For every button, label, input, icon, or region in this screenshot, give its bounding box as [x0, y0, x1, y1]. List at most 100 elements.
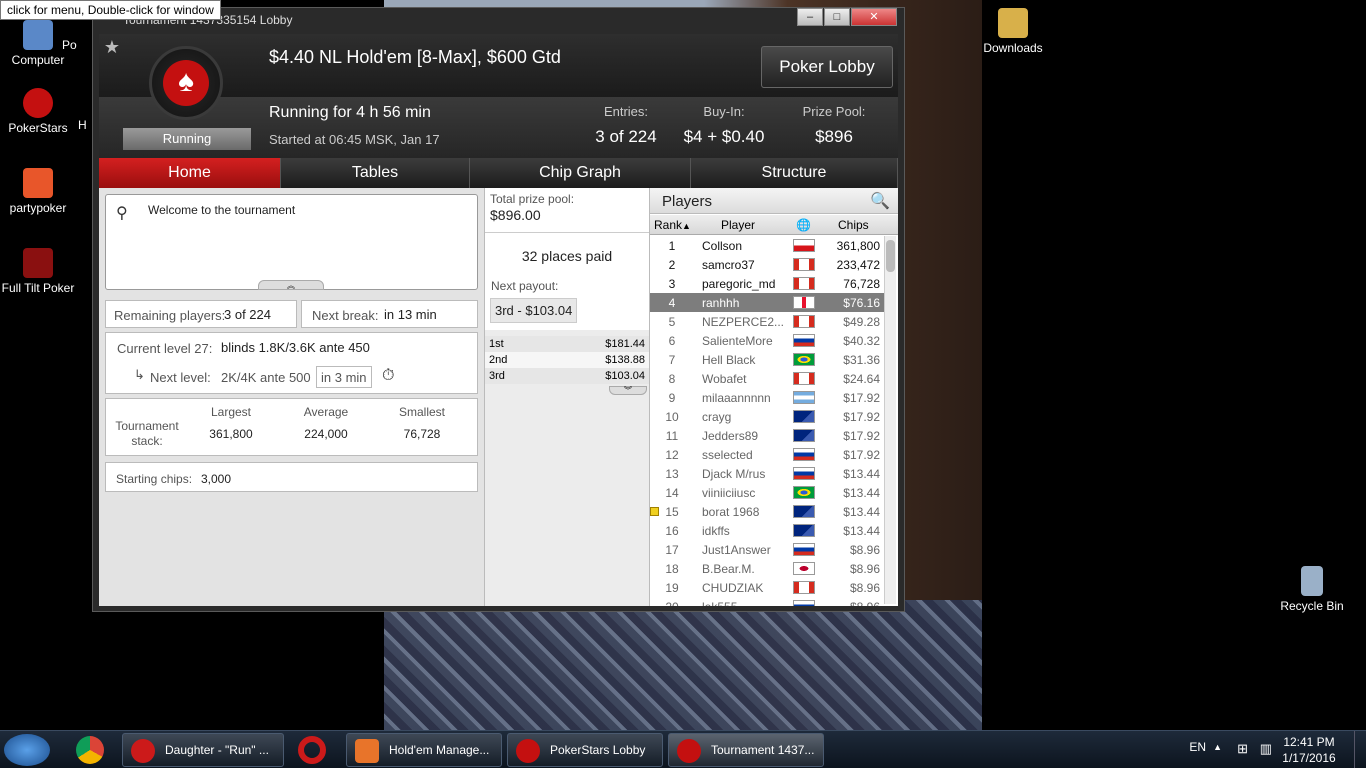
welcome-message-box: ⚲ Welcome to the tournament ︽	[105, 194, 478, 290]
globe-icon[interactable]: 🌐	[796, 218, 811, 232]
country-flag-icon	[793, 486, 815, 499]
player-name: ranhhh	[702, 296, 740, 310]
player-row[interactable]: 16 idkffs $13.44	[650, 521, 884, 540]
tab-chip-graph[interactable]: Chip Graph	[470, 158, 691, 188]
fulltilt-icon	[23, 248, 53, 278]
player-row[interactable]: 18 B.Bear.M. $8.96	[650, 559, 884, 578]
player-name: Wobafet	[702, 372, 747, 386]
player-name: samcro37	[702, 258, 755, 272]
player-name: CHUDZIAK	[702, 581, 764, 595]
col-player[interactable]: Player	[721, 218, 755, 232]
player-row[interactable]: 7 Hell Black $31.36	[650, 350, 884, 369]
show-desktop-button[interactable]	[1354, 731, 1366, 768]
chrome-taskbar-icon[interactable]	[68, 734, 112, 766]
desktop-icon-fulltilt[interactable]: Full Tilt Poker	[0, 248, 76, 295]
desktop-icon-partial-po[interactable]: Po	[62, 38, 92, 52]
spade-icon: ♠	[163, 60, 209, 106]
favorite-star-icon[interactable]: ★	[99, 34, 125, 60]
taskbar-item-opera-music[interactable]: Daughter - "Run" ...	[122, 733, 284, 767]
player-row[interactable]: 3 paregoric_md 76,728	[650, 274, 884, 293]
player-rank: 20	[650, 600, 694, 606]
taskbar-item-holdem-manager[interactable]: Hold'em Manage...	[346, 733, 502, 767]
country-flag-icon	[793, 581, 815, 594]
desktop-icon-pokerstars[interactable]: PokerStars	[0, 88, 76, 135]
pokerstars-logo: ♠	[149, 46, 223, 120]
collapse-chevron-icon[interactable]: ︾	[609, 386, 647, 395]
player-name: lek555	[702, 600, 790, 606]
player-chips: $13.44	[843, 486, 880, 500]
player-row[interactable]: 20 lek555 $8.96	[650, 597, 884, 606]
player-row[interactable]: 8 Wobafet $24.64	[650, 369, 884, 388]
player-name: SalienteMore	[702, 334, 773, 348]
country-flag-icon	[793, 524, 815, 537]
player-rank: 17	[665, 543, 679, 557]
expand-chevron-icon[interactable]: ︽	[258, 280, 324, 290]
player-row[interactable]: 15 borat 1968 $13.44	[650, 502, 884, 521]
country-flag-icon	[793, 296, 815, 309]
player-row[interactable]: 12 sselected $17.92	[650, 445, 884, 464]
holdem-manager-icon	[355, 739, 379, 763]
player-rank: 12	[665, 448, 679, 462]
player-chips: $8.96	[849, 581, 880, 595]
tray-expand-icon[interactable]: ▲	[1213, 742, 1222, 752]
player-row[interactable]: 6 SalienteMore $40.32	[650, 331, 884, 350]
maximize-button[interactable]: □	[824, 8, 850, 26]
player-row[interactable]: 10 crayg $17.92	[650, 407, 884, 426]
tournament-lobby-window: Tournament 1437335154 Lobby ‒ □ ✕ ★ ♠ Ru…	[92, 7, 905, 612]
player-row[interactable]: 2 samcro37 233,472	[650, 255, 884, 274]
player-row[interactable]: 19 CHUDZIAK $8.96	[650, 578, 884, 597]
desktop-icon-partypoker[interactable]: partypoker	[0, 168, 76, 215]
desktop-icon-downloads[interactable]: Downloads	[975, 8, 1051, 55]
player-chips: $13.44	[843, 505, 880, 519]
network-icon[interactable]: ▥	[1260, 741, 1272, 757]
antenna-icon: ⚲	[116, 205, 128, 222]
clock-time[interactable]: 12:41 PM	[1274, 735, 1344, 749]
start-time: Started at 06:45 MSK, Jan 17	[269, 132, 440, 147]
players-scrollbar[interactable]	[884, 236, 896, 604]
player-rank: 6	[668, 334, 676, 348]
taskbar-item-pokerstars-lobby[interactable]: PokerStars Lobby	[507, 733, 663, 767]
scrollbar-thumb[interactable]	[886, 240, 895, 272]
col-chips[interactable]: Chips	[838, 218, 869, 232]
minimize-button[interactable]: ‒	[797, 8, 823, 26]
player-chips: $17.92	[843, 410, 880, 424]
player-row[interactable]: 14 viiniiciiusc $13.44	[650, 483, 884, 502]
player-name: sselected	[702, 448, 753, 462]
player-row[interactable]: 13 Djack M/rus $13.44	[650, 464, 884, 483]
player-row[interactable]: 17 Just1Answer $8.96	[650, 540, 884, 559]
tab-tables[interactable]: Tables	[281, 158, 470, 188]
poker-lobby-button[interactable]: Poker Lobby	[761, 46, 893, 88]
prizepool-stat: Prize Pool: $896	[802, 104, 866, 146]
windows-flag-icon[interactable]: ⊞	[1237, 741, 1248, 757]
player-chips: $31.36	[843, 353, 880, 367]
desktop-icon-recycle-bin[interactable]: Recycle Bin	[1274, 566, 1350, 613]
player-row[interactable]: 11 Jedders89 $17.92	[650, 426, 884, 445]
tab-structure[interactable]: Structure	[691, 158, 898, 188]
player-row[interactable]: 5 NEZPERCE2... $49.28	[650, 312, 884, 331]
language-indicator[interactable]: EN	[1189, 740, 1206, 754]
opera-taskbar-icon[interactable]	[290, 734, 334, 766]
wallpaper-sweater	[384, 600, 982, 730]
country-flag-icon	[793, 448, 815, 461]
stopwatch-icon: ⏱	[382, 367, 395, 384]
col-rank[interactable]: Rank▲	[654, 218, 691, 232]
close-button[interactable]: ✕	[851, 8, 897, 26]
start-button[interactable]	[4, 734, 50, 766]
payout-table: 1st $181.44 2nd $138.88 3rd $103.04	[485, 336, 649, 384]
tab-home[interactable]: Home	[99, 158, 281, 188]
next-level-arrow-icon: ↳	[134, 367, 145, 382]
desktop-icon-partial-h[interactable]: H	[78, 118, 92, 132]
player-chips: $17.92	[843, 448, 880, 462]
player-name: Just1Answer	[702, 543, 771, 557]
pokerstars-icon	[677, 739, 701, 763]
search-icon[interactable]: 🔍	[870, 191, 890, 211]
player-row[interactable]: 9 milaaannnnn $17.92	[650, 388, 884, 407]
player-row[interactable]: 1 Collson 361,800	[650, 236, 884, 255]
opera-icon	[131, 739, 155, 763]
player-name: Hell Black	[702, 353, 756, 367]
clock-date[interactable]: 1/17/2016	[1274, 751, 1344, 765]
taskbar-item-tournament[interactable]: Tournament 1437...	[668, 733, 824, 767]
player-row[interactable]: 4 ranhhh $76.16	[650, 293, 884, 312]
player-rank: 9	[668, 391, 676, 405]
player-rank: 19	[665, 581, 679, 595]
